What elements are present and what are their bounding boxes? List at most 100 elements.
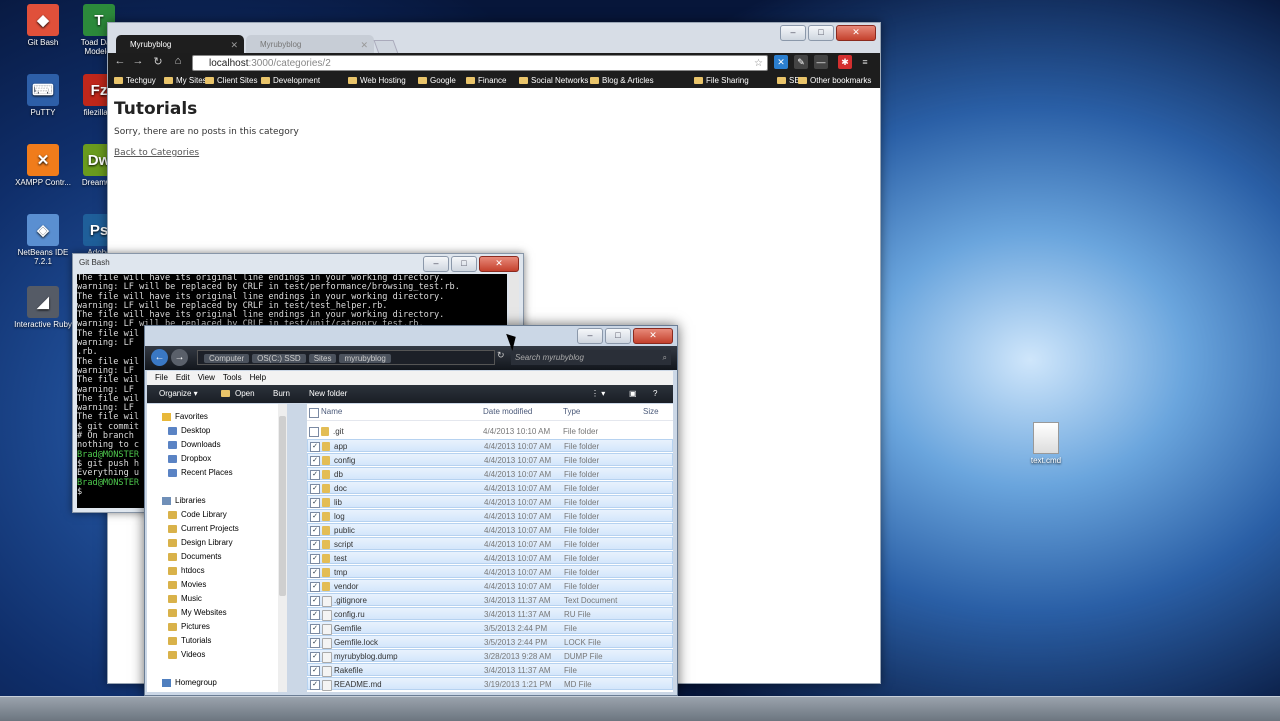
row-checkbox[interactable]: ✓ xyxy=(310,456,320,466)
nav-scrollbar[interactable] xyxy=(278,404,287,692)
nav-item-library[interactable]: Code Library xyxy=(168,510,227,519)
bookmark-item[interactable]: Blog & Articles xyxy=(590,73,654,88)
pencil-icon[interactable]: ✎ xyxy=(794,55,808,69)
home-icon[interactable]: ⌂ xyxy=(170,55,186,67)
file-row[interactable]: ✓ config.ru 3/4/2013 11:37 AM RU File xyxy=(307,607,673,621)
forward-arrow-icon[interactable]: → xyxy=(171,349,188,366)
tab-myrubyblog-active[interactable]: Myrubyblog ✕ xyxy=(116,35,244,55)
tab-myrubyblog[interactable]: Myrubyblog ✕ xyxy=(246,35,374,55)
maximize-button[interactable]: □ xyxy=(605,328,631,344)
row-checkbox[interactable]: ✓ xyxy=(310,498,320,508)
file-row[interactable]: ✓ .gitignore 3/4/2013 11:37 AM Text Documen… xyxy=(307,593,673,607)
nav-item-library[interactable]: Documents xyxy=(168,552,221,561)
bookmark-item[interactable]: Web Hosting xyxy=(348,73,406,88)
back-arrow-icon[interactable]: ← xyxy=(151,349,168,366)
row-checkbox[interactable]: ✓ xyxy=(310,638,320,648)
nav-libraries[interactable]: Libraries xyxy=(162,496,206,505)
select-all-checkbox[interactable] xyxy=(309,408,319,418)
file-row[interactable]: ✓ doc 4/4/2013 10:07 AM File folder xyxy=(307,481,673,494)
new-folder-button[interactable]: New folder xyxy=(309,385,347,403)
maximize-button[interactable]: □ xyxy=(451,256,477,272)
desktop-file[interactable]: text.cmd xyxy=(1028,422,1064,465)
minimize-button[interactable]: – xyxy=(577,328,603,344)
breadcrumb-item[interactable]: OS(C:) SSD xyxy=(252,354,306,363)
file-row[interactable]: ✓ tmp 4/4/2013 10:07 AM File folder xyxy=(307,565,673,578)
close-button[interactable]: ✕ xyxy=(479,256,519,272)
file-row[interactable]: ✓ config 4/4/2013 10:07 AM File folder xyxy=(307,453,673,466)
extension-icon[interactable]: ✕ xyxy=(774,55,788,69)
open-button[interactable]: Open xyxy=(235,385,255,403)
adblock-icon[interactable]: ✱ xyxy=(838,55,852,69)
close-button[interactable]: ✕ xyxy=(633,328,673,344)
row-checkbox[interactable] xyxy=(309,427,319,437)
menu-item[interactable]: Tools xyxy=(223,373,242,382)
nav-item-library[interactable]: Pictures xyxy=(168,622,210,631)
help-icon[interactable]: ? xyxy=(653,385,657,403)
nav-item-library[interactable]: Design Library xyxy=(168,538,233,547)
back-to-categories-link[interactable]: Back to Categories xyxy=(114,148,199,158)
bookmark-item[interactable]: Other bookmarks xyxy=(798,73,871,88)
menu-item[interactable]: Help xyxy=(250,373,266,382)
row-checkbox[interactable]: ✓ xyxy=(310,526,320,536)
row-checkbox[interactable]: ✓ xyxy=(310,442,320,452)
row-checkbox[interactable]: ✓ xyxy=(310,596,320,606)
file-row[interactable]: ✓ README.md 3/19/2013 1:21 PM MD File xyxy=(307,677,673,691)
nav-item-library[interactable]: Current Projects xyxy=(168,524,239,533)
file-row[interactable]: .git 4/4/2013 10:10 AM File folder xyxy=(307,425,673,438)
organize-button[interactable]: Organize ▾ xyxy=(159,385,198,403)
bookmark-item[interactable]: Google xyxy=(418,73,456,88)
row-checkbox[interactable]: ✓ xyxy=(310,610,320,620)
file-row[interactable]: ✓ Rakefile 3/4/2013 11:37 AM File xyxy=(307,663,673,677)
file-row[interactable]: ✓ script 4/4/2013 10:07 AM File folder xyxy=(307,537,673,550)
column-size[interactable]: Size xyxy=(643,404,659,420)
bookmark-item[interactable]: My Sites xyxy=(164,73,207,88)
reload-icon[interactable]: ↻ xyxy=(150,55,166,68)
back-arrow-icon[interactable]: ← xyxy=(112,55,128,67)
row-checkbox[interactable]: ✓ xyxy=(310,554,320,564)
row-checkbox[interactable]: ✓ xyxy=(310,666,320,676)
row-checkbox[interactable]: ✓ xyxy=(310,652,320,662)
file-row[interactable]: ✓ public 4/4/2013 10:07 AM File folder xyxy=(307,523,673,536)
file-row[interactable]: ✓ log 4/4/2013 10:07 AM File folder xyxy=(307,509,673,522)
nav-scrollbar-thumb[interactable] xyxy=(279,416,286,596)
menu-item[interactable]: File xyxy=(155,373,168,382)
breadcrumb-item[interactable]: myrubyblog xyxy=(339,354,391,363)
file-row[interactable]: ✓ test 4/4/2013 10:07 AM File folder xyxy=(307,551,673,564)
breadcrumb[interactable]: Computer OS(C:) SSD Sites myrubyblog xyxy=(197,350,495,365)
bookmark-item[interactable]: Development xyxy=(261,73,320,88)
nav-item-library[interactable]: Tutorials xyxy=(168,636,211,645)
file-row[interactable]: ✓ lib 4/4/2013 10:07 AM File folder xyxy=(307,495,673,508)
file-row[interactable]: ✓ vendor 4/4/2013 10:07 AM File folder xyxy=(307,579,673,592)
bookmark-item[interactable]: Techguy xyxy=(114,73,156,88)
row-checkbox[interactable]: ✓ xyxy=(310,512,320,522)
file-row[interactable]: ✓ myrubyblog.dump 3/28/2013 9:28 AM DUMP Fi… xyxy=(307,649,673,663)
file-row[interactable]: ✓ Gemfile 3/5/2013 2:44 PM File xyxy=(307,621,673,635)
address-bar[interactable]: localhost:3000/categories/2 ☆ xyxy=(192,55,768,71)
desktop-icon[interactable]: ◢ Interactive Ruby xyxy=(10,286,76,329)
bookmark-item[interactable]: Client Sites xyxy=(205,73,257,88)
close-tab-icon[interactable]: ✕ xyxy=(230,35,238,55)
bookmark-item[interactable]: Finance xyxy=(466,73,506,88)
new-tab-button[interactable] xyxy=(373,40,399,54)
file-row[interactable]: ✓ db 4/4/2013 10:07 AM File folder xyxy=(307,467,673,480)
nav-item-library[interactable]: htdocs xyxy=(168,566,205,575)
bookmark-item[interactable]: Social Networks xyxy=(519,73,588,88)
breadcrumb-item[interactable]: Computer xyxy=(204,354,250,363)
bookmark-item[interactable]: File Sharing xyxy=(694,73,749,88)
column-name[interactable]: Name xyxy=(321,404,342,420)
file-row[interactable]: ✓ Gemfile.lock 3/5/2013 2:44 PM LOCK File xyxy=(307,635,673,649)
file-row[interactable]: ✓ app 4/4/2013 10:07 AM File folder xyxy=(307,439,673,452)
row-checkbox[interactable]: ✓ xyxy=(310,540,320,550)
nav-item-library[interactable]: My Websites xyxy=(168,608,227,617)
nav-item-favorite[interactable]: Downloads xyxy=(168,440,221,449)
nav-item-library[interactable]: Music xyxy=(168,594,202,603)
nav-item-library[interactable]: Videos xyxy=(168,650,205,659)
menu-item[interactable]: View xyxy=(198,373,215,382)
row-checkbox[interactable]: ✓ xyxy=(310,484,320,494)
row-checkbox[interactable]: ✓ xyxy=(310,568,320,578)
nav-favorites[interactable]: Favorites xyxy=(162,412,208,421)
row-checkbox[interactable]: ✓ xyxy=(310,680,320,690)
forward-arrow-icon[interactable]: → xyxy=(130,55,146,67)
refresh-icon[interactable]: ↻ xyxy=(497,350,505,361)
nav-item-library[interactable]: Movies xyxy=(168,580,206,589)
